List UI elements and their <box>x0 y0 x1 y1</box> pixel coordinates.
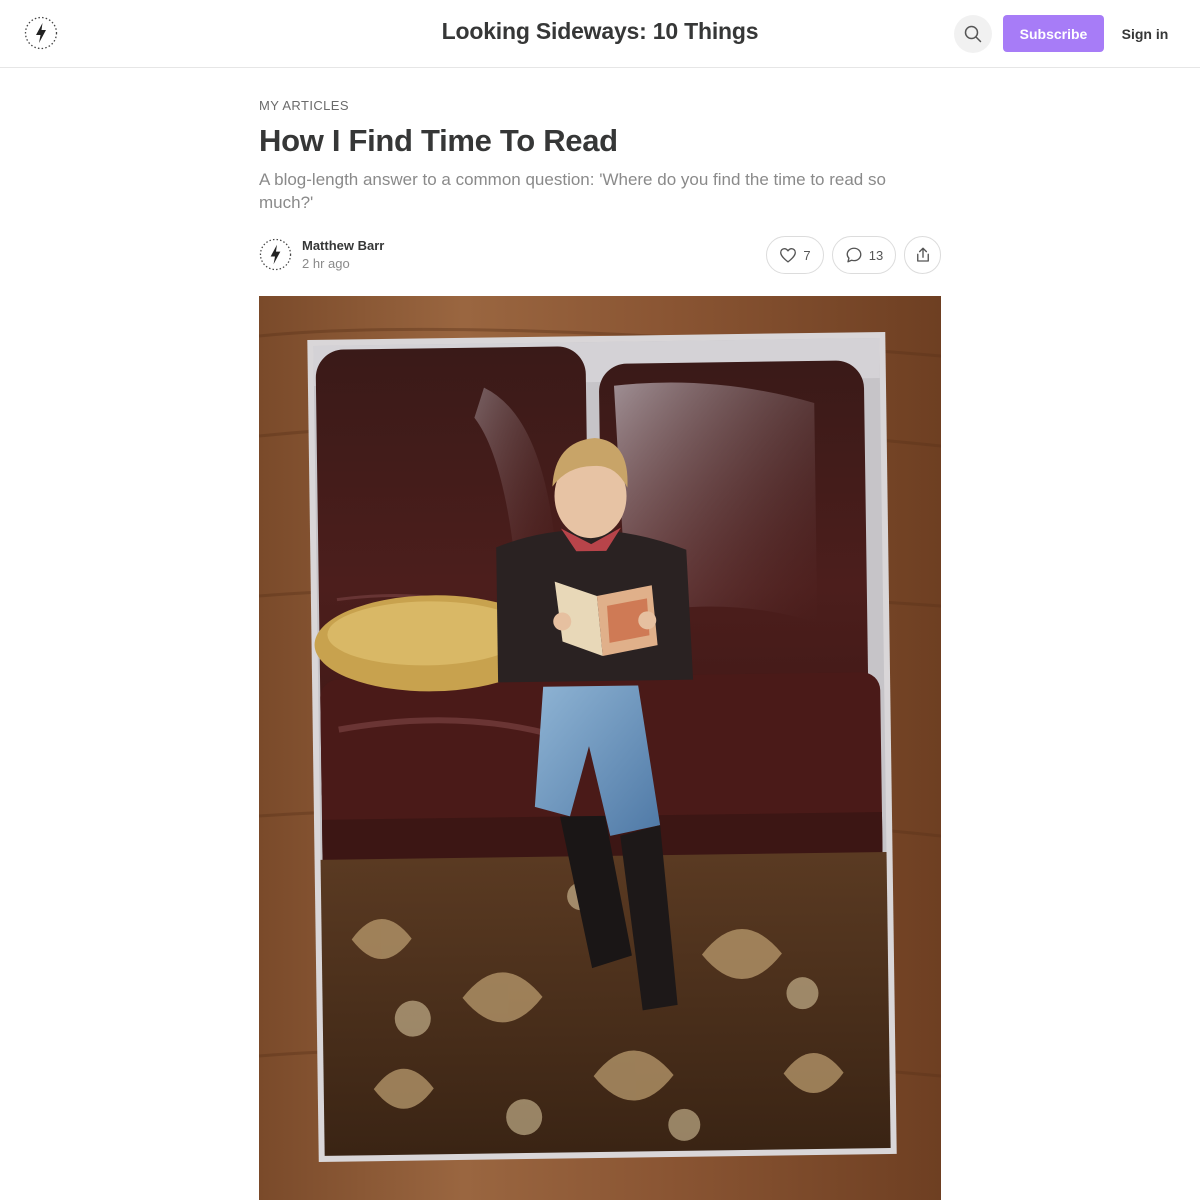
subscribe-button[interactable]: Subscribe <box>1003 15 1104 52</box>
share-icon <box>916 247 929 262</box>
post-subtitle: A blog-length answer to a common questio… <box>259 170 886 212</box>
post-title: How I Find Time To Read <box>259 123 618 158</box>
comment-button[interactable]: 13 <box>832 236 896 274</box>
lightning-bolt-icon <box>259 238 292 271</box>
hero-image[interactable] <box>259 296 941 1200</box>
photo-child-reading-on-sofa <box>259 296 941 1200</box>
like-button[interactable]: 7 <box>766 236 824 274</box>
post-date: 2 hr ago <box>302 256 350 271</box>
top-bar: Looking Sideways: 10 Things Subscribe Si… <box>0 0 1200 68</box>
byline: Matthew Barr 2 hr ago 7 13 <box>259 236 941 276</box>
author-name[interactable]: Matthew Barr <box>302 238 384 253</box>
comment-bubble-icon <box>846 247 862 263</box>
author-avatar[interactable] <box>259 238 292 271</box>
heart-icon <box>780 248 797 263</box>
search-button[interactable] <box>954 15 992 53</box>
share-button[interactable] <box>904 236 941 274</box>
like-count: 7 <box>803 247 811 263</box>
sign-in-button[interactable]: Sign in <box>1116 15 1174 52</box>
search-icon <box>964 25 982 43</box>
comment-count: 13 <box>868 247 884 263</box>
section-label[interactable]: MY ARTICLES <box>259 98 349 113</box>
